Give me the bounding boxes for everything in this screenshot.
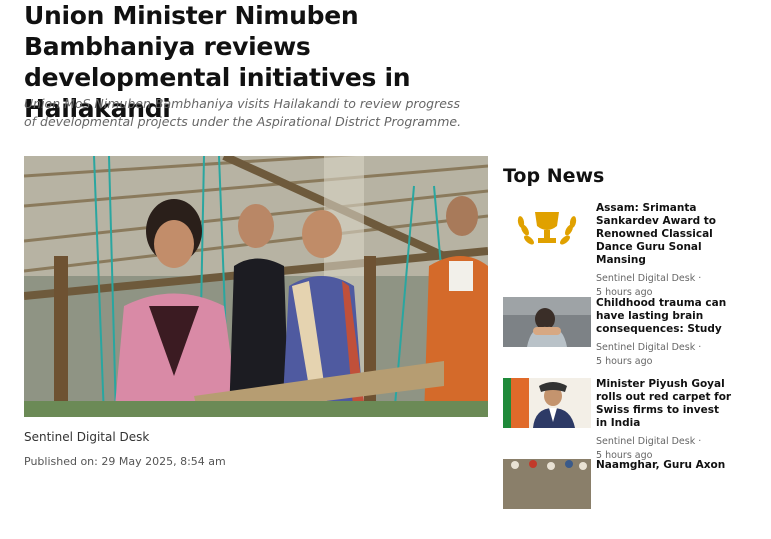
photo-crowd-icon <box>503 459 591 509</box>
article-subheadline: Union MoS Nimuben Bambhaniya visits Hail… <box>24 96 462 129</box>
news-meta: Sentinel Digital Desk · 5 hours ago <box>596 341 732 369</box>
news-thumbnail[interactable] <box>503 297 591 347</box>
news-thumbnail[interactable] <box>503 378 591 428</box>
meta-separator: · <box>698 273 702 284</box>
news-source[interactable]: Sentinel Digital Desk <box>596 342 695 353</box>
news-title-link[interactable]: Naamghar, Guru Axon <box>596 459 732 472</box>
top-news-heading: Top News <box>503 165 605 187</box>
news-thumbnail[interactable] <box>503 459 591 509</box>
trophy-icon <box>503 202 591 252</box>
news-thumbnail[interactable] <box>503 202 591 252</box>
top-news-item[interactable]: Childhood trauma can have lasting brain … <box>503 297 765 377</box>
article-hero-image[interactable] <box>24 156 488 417</box>
meta-separator: · <box>698 342 702 353</box>
article-published-date: Published on: 29 May 2025, 8:54 am <box>24 455 226 468</box>
article-author[interactable]: Sentinel Digital Desk <box>24 430 149 444</box>
news-title-link[interactable]: Childhood trauma can have lasting brain … <box>596 297 732 336</box>
news-meta: Sentinel Digital Desk · 5 hours ago <box>596 272 732 300</box>
news-title-link[interactable]: Minister Piyush Goyal rolls out red carp… <box>596 378 732 430</box>
news-time: 5 hours ago <box>596 356 653 367</box>
meta-separator: · <box>698 436 702 447</box>
news-source[interactable]: Sentinel Digital Desk <box>596 436 695 447</box>
news-source[interactable]: Sentinel Digital Desk <box>596 273 695 284</box>
top-news-item[interactable]: Assam: Srimanta Sankardev Award to Renow… <box>503 202 765 298</box>
top-news-item[interactable]: Naamghar, Guru Axon <box>503 459 765 539</box>
weaving-photo-icon <box>24 156 488 417</box>
photo-child-icon <box>503 297 591 347</box>
photo-minister-icon <box>503 378 591 428</box>
top-news-item[interactable]: Minister Piyush Goyal rolls out red carp… <box>503 378 765 461</box>
news-title-link[interactable]: Assam: Srimanta Sankardev Award to Renow… <box>596 202 732 267</box>
